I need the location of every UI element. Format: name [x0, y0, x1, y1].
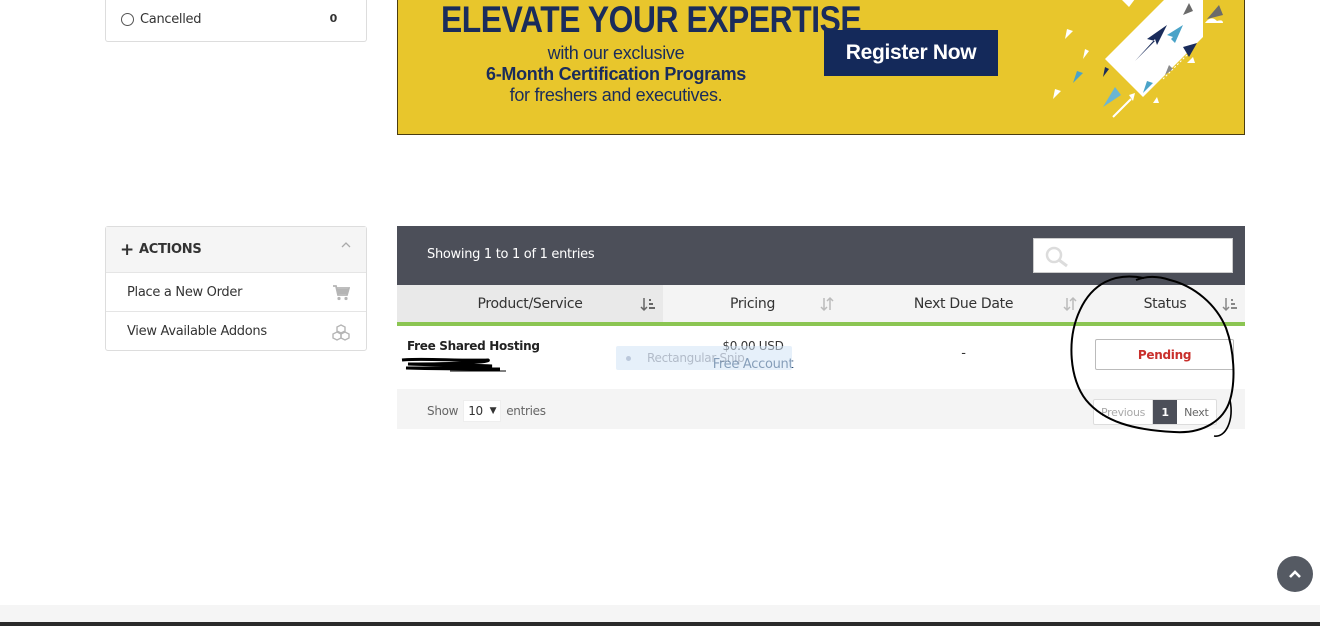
services-table: Showing 1 to 1 of 1 entries Product/Serv…	[397, 226, 1245, 429]
redacted-domain-scribble	[401, 357, 506, 372]
column-header-pricing[interactable]: Pricing	[663, 285, 842, 326]
entries-label: entries	[506, 404, 546, 418]
table-toolbar: Showing 1 to 1 of 1 entries	[397, 226, 1245, 285]
actions-title: ACTIONS	[138, 242, 202, 257]
previous-page-button[interactable]: Previous	[1094, 400, 1154, 424]
footer-bar	[0, 622, 1320, 626]
column-header-product[interactable]: Product/Service	[397, 285, 663, 326]
column-header-next-due-date[interactable]: Next Due Date	[842, 285, 1085, 326]
banner-line-3: for freshers and executives.	[509, 85, 723, 105]
scroll-to-top-button[interactable]	[1277, 556, 1313, 592]
column-label: Next Due Date	[913, 295, 1014, 312]
register-now-button[interactable]: Register Now	[824, 30, 998, 76]
table-footer: Show 10 ▼ entries Previous 1 Next	[397, 389, 1245, 429]
sort-asc-icon	[1222, 298, 1237, 312]
page-length-value: 10	[468, 404, 483, 418]
caret-down-icon: ▼	[489, 406, 497, 416]
action-item-label: Place a New Order	[127, 284, 243, 300]
banner-headline: ELEVATE YOUR EXPERTISE	[441, 0, 862, 40]
plus-icon: +	[120, 239, 134, 260]
banner-line-2: 6-Month Certification Programs	[485, 64, 747, 84]
cart-icon	[333, 285, 350, 301]
column-label: Status	[1143, 295, 1187, 312]
cell-next-due-date: -	[842, 326, 1085, 389]
sort-icon	[1063, 296, 1077, 312]
next-due-date: -	[961, 346, 966, 361]
radio-icon[interactable]	[121, 13, 134, 26]
page-length-select[interactable]: 10 ▼	[463, 400, 502, 422]
place-new-order-link[interactable]: Place a New Order	[106, 273, 366, 312]
table-row[interactable]: Free Shared Hosting $0.00 USD Free Accou…	[397, 326, 1245, 389]
page-1-button[interactable]: 1	[1153, 400, 1178, 424]
search-icon	[1045, 246, 1068, 268]
table-info: Showing 1 to 1 of 1 entries	[427, 247, 595, 262]
tooltip-label: Rectangular Snip	[647, 351, 745, 365]
chevron-up-icon[interactable]	[340, 239, 352, 251]
snip-tooltip: Rectangular Snip	[616, 346, 792, 370]
sort-asc-icon	[640, 298, 655, 312]
cubes-icon	[332, 324, 350, 341]
status-filter-count: 0	[329, 12, 338, 25]
column-label: Product/Service	[477, 295, 583, 312]
actions-header[interactable]: + ACTIONS	[106, 227, 366, 273]
actions-panel: + ACTIONS Place a New Order View Availab…	[105, 226, 367, 351]
status-filter-cancelled[interactable]: Cancelled	[121, 12, 202, 27]
chevron-up-icon	[1289, 570, 1301, 578]
status-badge: Pending	[1095, 339, 1234, 370]
promo-banner[interactable]: ELEVATE YOUR EXPERTISE with our exclusiv…	[397, 0, 1245, 135]
status-filter-panel: Cancelled 0	[105, 0, 367, 42]
next-page-button[interactable]: Next	[1177, 400, 1215, 424]
column-header-status[interactable]: Status	[1085, 285, 1245, 326]
status-filter-label: Cancelled	[140, 12, 202, 27]
arrows-graphic-icon	[1053, 0, 1223, 118]
action-item-label: View Available Addons	[127, 324, 267, 339]
table-header: Product/Service Pricing Next Due Date St…	[397, 285, 1245, 326]
tooltip-dot-icon	[626, 355, 631, 361]
cell-status: Pending	[1085, 326, 1245, 389]
column-label: Pricing	[729, 295, 776, 312]
banner-line-1: with our exclusive	[547, 43, 685, 63]
pagination: Previous 1 Next	[1093, 399, 1217, 425]
page-length-control: Show 10 ▼ entries	[427, 400, 546, 422]
sort-icon	[820, 296, 834, 312]
show-label: Show	[427, 404, 459, 418]
view-available-addons-link[interactable]: View Available Addons	[106, 312, 366, 351]
product-name: Free Shared Hosting	[407, 339, 540, 353]
table-search-input[interactable]	[1033, 238, 1233, 273]
